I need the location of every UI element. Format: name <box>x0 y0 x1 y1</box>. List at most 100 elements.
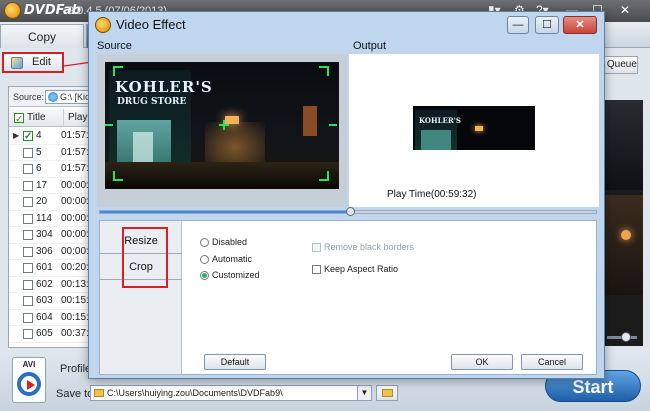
open-folder-icon <box>382 389 393 397</box>
cancel-button[interactable]: Cancel <box>521 354 583 370</box>
radio-customized-label: Customized <box>212 270 260 280</box>
title-checkbox[interactable] <box>23 312 33 323</box>
radio-customized-dot[interactable] <box>200 271 209 280</box>
title-checkbox[interactable] <box>23 279 33 290</box>
title-number: 5 <box>36 146 42 158</box>
title-row[interactable]: 304 00:00:15 <box>9 227 99 244</box>
title-row[interactable]: 306 00:00:14 <box>9 244 99 260</box>
title-row[interactable]: 20 00:00:22 <box>9 194 99 211</box>
title-checkbox[interactable] <box>23 230 33 240</box>
current-title-arrow-icon: ▶ <box>13 131 20 140</box>
title-number: 602 <box>36 278 53 290</box>
keep-aspect-ratio-box[interactable] <box>312 265 321 274</box>
edit-button[interactable]: Edit <box>2 52 64 73</box>
output-sign-text: KOHLER'S <box>419 116 461 125</box>
radio-disabled-label: Disabled <box>212 237 248 247</box>
title-row[interactable]: 604 00:15:00 <box>9 310 99 326</box>
title-checkbox[interactable] <box>23 263 33 273</box>
browse-folder-button[interactable] <box>376 385 398 401</box>
title-number: 6 <box>36 163 42 174</box>
save-to-path-field[interactable]: C:\Users\huiying.zou\Documents\DVDFab9\ … <box>90 385 372 401</box>
column-title[interactable]: Title <box>27 109 46 127</box>
remove-black-borders-checkbox: Remove black borders <box>312 242 414 252</box>
title-row[interactable]: 605 00:37:55 <box>9 326 99 343</box>
keep-aspect-ratio-checkbox[interactable]: Keep Aspect Ratio <box>312 264 398 274</box>
title-checkbox[interactable] <box>23 147 33 158</box>
globe-icon <box>48 92 58 102</box>
title-list: ▶401:57:44501:57:44601:57:441700:00:1420… <box>9 128 99 343</box>
crop-handle-right[interactable] <box>329 124 337 126</box>
default-button[interactable]: Default <box>204 354 266 370</box>
title-row[interactable]: 601 00:20:36 <box>9 260 99 277</box>
edit-icon <box>11 57 23 69</box>
source-video-frame[interactable]: KOHLER'S DRUG STORE <box>105 62 339 189</box>
title-row[interactable]: ▶401:57:44 <box>9 128 99 145</box>
title-number: 604 <box>36 311 53 323</box>
annotation-highlight-box <box>122 227 168 288</box>
radio-automatic-label: Automatic <box>212 254 253 264</box>
video-effect-dialog: Video Effect — ☐ ✕ Source Output KOHLER'… <box>88 11 605 379</box>
dialog-maximize-button[interactable]: ☐ <box>535 16 559 34</box>
radio-automatic-dot[interactable] <box>200 255 209 264</box>
crop-handle-top-left[interactable] <box>113 66 123 76</box>
title-checkbox[interactable] <box>23 213 33 224</box>
keep-aspect-ratio-label: Keep Aspect Ratio <box>324 264 399 274</box>
title-row[interactable]: 17 00:00:14 <box>9 178 99 194</box>
effect-settings-panel: Resize Crop Disabled Automatic Customize… <box>99 220 597 375</box>
title-row[interactable]: 603 00:15:37 <box>9 293 99 310</box>
crop-center-crosshair[interactable] <box>219 120 229 130</box>
radio-disabled[interactable]: Disabled <box>200 237 247 247</box>
title-row[interactable]: 5 01:57:44 <box>9 145 99 161</box>
crop-handle-bottom-right[interactable] <box>319 171 329 181</box>
timeline-knob[interactable] <box>346 207 356 216</box>
title-number: 306 <box>36 245 53 257</box>
title-checkbox[interactable] <box>23 197 33 207</box>
ok-button[interactable]: OK <box>451 354 513 370</box>
dialog-title: Video Effect <box>116 17 186 32</box>
title-number: 17 <box>36 179 48 191</box>
title-row[interactable]: 602 00:13:21 <box>9 277 99 293</box>
output-section-label: Output <box>353 40 387 52</box>
volume-slider[interactable] <box>607 332 637 342</box>
title-number: 304 <box>36 229 53 240</box>
title-row[interactable]: 114 00:00:55 <box>9 211 99 227</box>
title-checkbox[interactable] <box>23 129 33 144</box>
title-number: 601 <box>36 262 53 273</box>
title-checkbox[interactable] <box>23 180 33 191</box>
title-checkbox[interactable] <box>23 329 33 339</box>
dvdfab-logo-icon <box>4 2 21 19</box>
crop-handle-top-right[interactable] <box>319 66 329 76</box>
source-row: Source: G:\ [Kick-A <box>9 87 105 107</box>
title-row[interactable]: 6 01:57:44 <box>9 161 99 178</box>
preview-strip <box>603 100 643 346</box>
source-section-label: Source <box>97 40 132 52</box>
volume-slider-knob[interactable] <box>621 332 631 342</box>
title-checkbox[interactable] <box>23 296 33 306</box>
remove-black-borders-label: Remove black borders <box>324 242 415 252</box>
title-list-panel: Source: G:\ [Kick-A Title Play Ti ▶401:5… <box>8 86 105 348</box>
title-list-header: Title Play Ti <box>9 109 99 129</box>
dialog-close-button[interactable]: ✕ <box>563 16 597 34</box>
title-checkbox[interactable] <box>23 164 33 174</box>
tab-copy[interactable]: Copy <box>0 24 84 48</box>
select-all-checkbox[interactable] <box>14 111 24 129</box>
chevron-down-icon[interactable]: ▼ <box>357 386 371 400</box>
dialog-minimize-button[interactable]: — <box>507 16 529 34</box>
dialog-titlebar[interactable]: Video Effect — ☐ ✕ <box>89 12 604 38</box>
title-number: 114 <box>36 212 52 224</box>
title-number: 605 <box>36 328 53 339</box>
crop-handle-left[interactable] <box>105 124 113 126</box>
timeline-slider[interactable] <box>99 207 597 216</box>
avi-profile-label: AVI <box>22 360 36 369</box>
edit-button-label: Edit <box>32 56 51 68</box>
close-icon[interactable]: ✕ <box>620 3 630 17</box>
crop-handle-bottom-left[interactable] <box>113 171 123 181</box>
radio-automatic[interactable]: Automatic <box>200 254 252 264</box>
title-checkbox[interactable] <box>23 246 33 257</box>
radio-customized[interactable]: Customized <box>200 270 260 280</box>
radio-disabled-dot[interactable] <box>200 238 209 247</box>
title-number: 603 <box>36 295 53 306</box>
source-label: Source: <box>13 92 45 102</box>
save-to-path-text: C:\Users\huiying.zou\Documents\DVDFab9\ <box>107 388 283 398</box>
avi-profile-icon[interactable]: AVI <box>12 357 46 403</box>
